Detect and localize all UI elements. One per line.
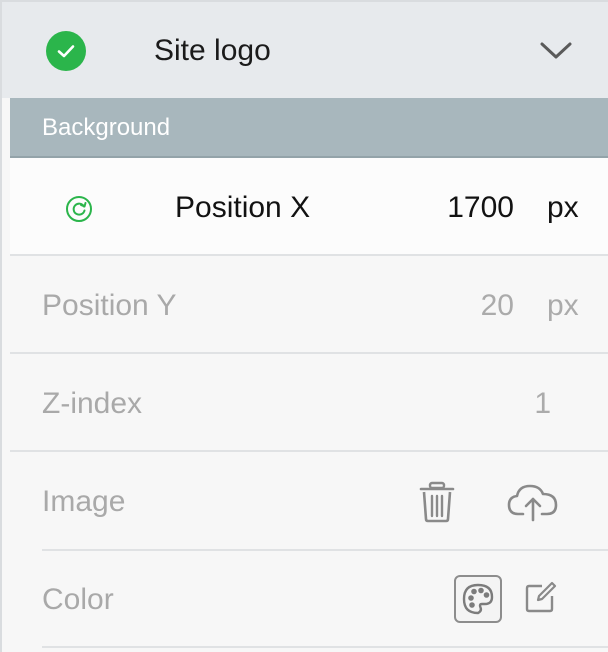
- position-x-unit: px: [547, 191, 579, 224]
- panel-header[interactable]: Site logo: [2, 0, 608, 98]
- row-image: Image: [10, 452, 608, 550]
- trash-icon[interactable]: [418, 481, 456, 528]
- chevron-down-icon[interactable]: [538, 36, 574, 64]
- image-label: Image: [42, 485, 126, 518]
- position-y-unit: px: [547, 289, 579, 322]
- divider: [42, 646, 608, 648]
- row-position-y: Position Y 20 px: [10, 256, 608, 354]
- z-index-value[interactable]: 1: [534, 386, 551, 422]
- panel-title: Site logo: [154, 34, 271, 67]
- row-z-index: Z-index 1: [10, 354, 608, 452]
- color-label: Color: [42, 583, 114, 616]
- row-position-x: Position X 1700 px: [10, 158, 608, 256]
- position-x-value[interactable]: 1700: [447, 190, 514, 226]
- row-color: Color: [10, 550, 608, 648]
- edit-icon[interactable]: [524, 580, 558, 619]
- palette-icon[interactable]: [454, 575, 502, 623]
- position-y-value[interactable]: 20: [481, 288, 514, 324]
- check-circle-icon: [46, 31, 86, 71]
- cloud-upload-icon[interactable]: [507, 482, 559, 527]
- section-header-background: Background: [10, 98, 608, 158]
- section-title: Background: [42, 114, 171, 141]
- z-index-label: Z-index: [42, 387, 143, 420]
- properties-panel: Site logo Background Position X 1700 px …: [0, 0, 608, 652]
- position-x-label: Position X: [175, 191, 311, 224]
- reset-icon[interactable]: [64, 194, 94, 224]
- position-y-label: Position Y: [42, 289, 177, 322]
